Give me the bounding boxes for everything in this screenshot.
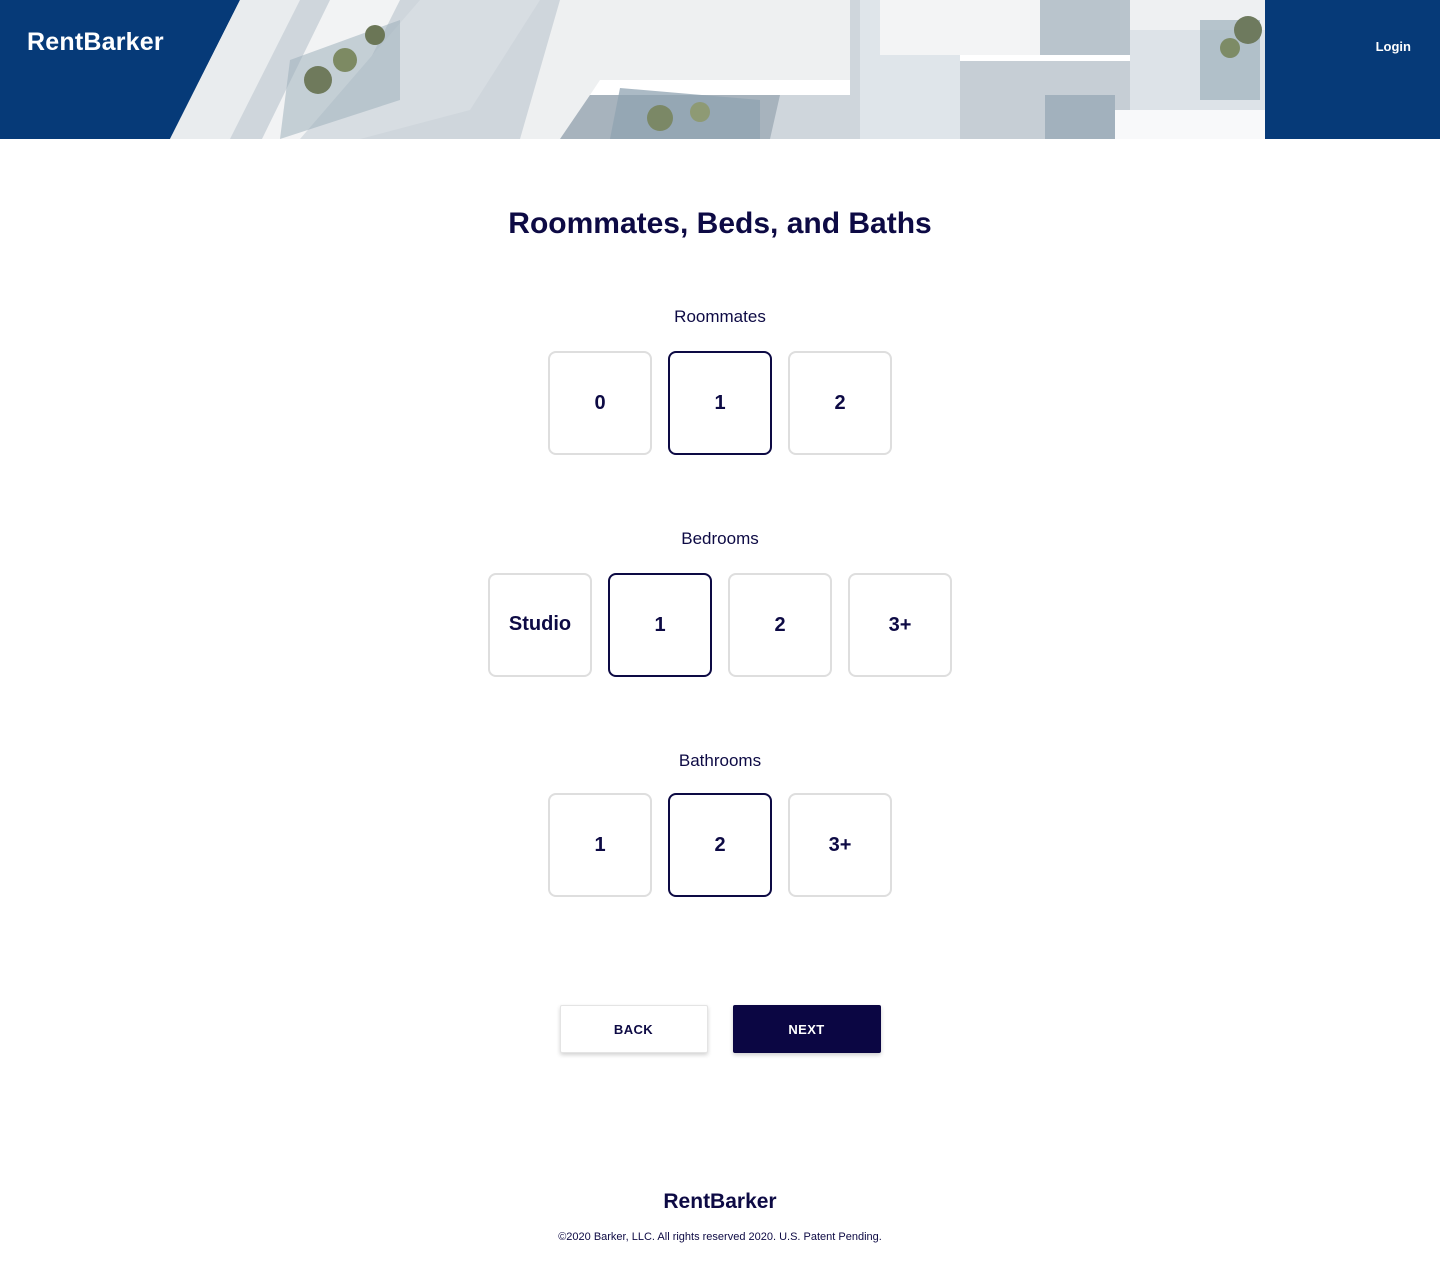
page: RentBarker Login Roommates, Beds, and Ba… [0, 0, 1440, 1267]
bathrooms-label: Bathrooms [678, 751, 762, 770]
next-button[interactable]: NEXT [732, 1005, 881, 1053]
roommates-option-0[interactable]: 0 [548, 351, 652, 455]
bedrooms-label: Bedrooms [681, 529, 759, 548]
header-banner: RentBarker Login [0, 0, 1440, 139]
bathrooms-options: 1 2 3+ [0, 793, 1440, 897]
header-building-photo [170, 0, 1265, 139]
bedrooms-option-3-plus[interactable]: 3+ [848, 573, 952, 677]
brand-logo[interactable]: RentBarker [27, 28, 164, 57]
bedrooms-option-1[interactable]: 1 [608, 573, 712, 677]
roommates-label: Roommates [674, 307, 766, 326]
bathrooms-option-3-plus[interactable]: 3+ [788, 793, 892, 897]
bathrooms-option-1[interactable]: 1 [548, 793, 652, 897]
navigation-actions: BACK NEXT [0, 1005, 1440, 1053]
page-title: Roommates, Beds, and Baths [508, 207, 932, 240]
back-button[interactable]: BACK [559, 1005, 708, 1053]
roommates-option-2[interactable]: 2 [788, 351, 892, 455]
bedrooms-option-2[interactable]: 2 [728, 573, 832, 677]
roommates-option-1[interactable]: 1 [668, 351, 772, 455]
login-link[interactable]: Login [1376, 39, 1411, 54]
roommates-options: 0 1 2 [0, 351, 1440, 455]
bedrooms-option-studio[interactable]: Studio [488, 573, 592, 677]
footer-brand-logo[interactable]: RentBarker [0, 1190, 1440, 1214]
bathrooms-option-2[interactable]: 2 [668, 793, 772, 897]
footer-copyright: ©2020 Barker, LLC. All rights reserved 2… [558, 1231, 882, 1243]
bedrooms-options: Studio 1 2 3+ [0, 573, 1440, 677]
